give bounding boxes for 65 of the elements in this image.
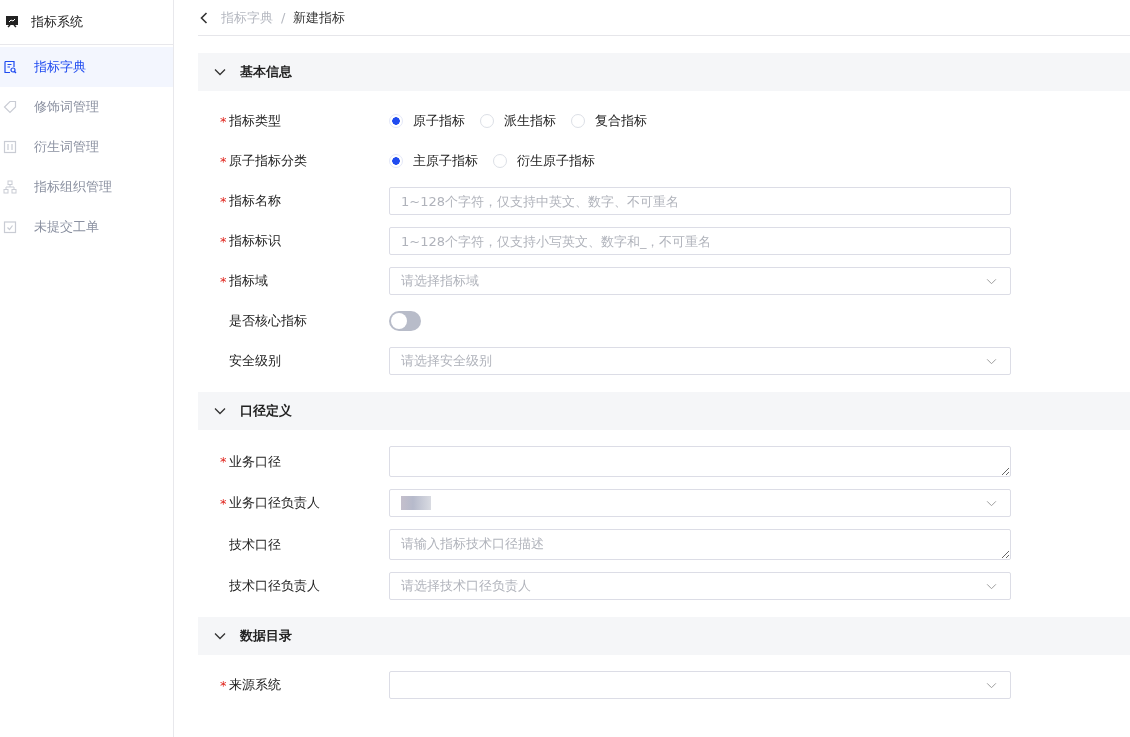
required-asterisk: * [220,495,228,511]
chevron-icon [214,632,226,640]
required-asterisk: * [220,454,228,469]
radio-label[interactable]: 主原子指标 [413,152,478,170]
field-label: 技术口径 [229,535,281,554]
back-chevron-icon[interactable] [200,11,208,24]
required-asterisk: * [220,273,228,289]
radio-label[interactable]: 派生指标 [504,112,556,130]
field-label: 来源系统 [229,676,281,694]
sidebar-item[interactable]: 衍生词管理 [0,127,173,167]
radio-button[interactable] [389,114,403,128]
required-asterisk: * [220,193,228,209]
hierarchy-icon [3,180,17,194]
input-field[interactable]: 1~128个字符，仅支持中英文、数字、不可重名 [389,187,1011,215]
calendar-check-icon [3,220,17,234]
field-label: 指标标识 [229,232,281,250]
field-label: 是否核心指标 [229,312,307,330]
text-area[interactable]: 请输入指标技术口径描述 [389,529,1011,560]
section-header[interactable]: 口径定义 [198,392,1130,430]
dropdown-chevron-icon [986,500,997,507]
field-label: 业务口径负责人 [229,494,320,512]
document-icon [3,60,17,74]
sidebar-item[interactable]: 指标组织管理 [0,167,173,207]
radio-button[interactable] [389,154,403,168]
radio-label[interactable]: 复合指标 [595,112,647,130]
sidebar-label: 指标字典 [34,58,86,76]
select-field[interactable] [389,489,1011,517]
dropdown-chevron-icon [986,583,997,590]
sliders-icon [3,140,17,154]
tag-icon [3,100,17,114]
sidebar-item[interactable]: 未提交工单 [0,207,173,247]
section-header[interactable]: 数据目录 [198,617,1130,655]
section-header[interactable]: 基本信息 [198,53,1130,91]
field-label: 安全级别 [229,352,281,370]
field-label: 指标域 [229,272,268,290]
chevron-icon [214,68,226,76]
chevron-icon [214,407,226,415]
sidebar-label: 修饰词管理 [34,98,99,116]
board-icon [5,15,19,29]
required-asterisk: * [220,153,228,169]
breadcrumb-current: 新建指标 [293,8,346,27]
radio-label[interactable]: 原子指标 [413,112,465,130]
input-field[interactable]: 1~128个字符，仅支持小写英文、数字和_，不可重名 [389,227,1011,255]
field-label: 指标名称 [229,192,281,210]
breadcrumb-separator: / [281,10,286,25]
field-label: 技术口径负责人 [229,577,320,595]
field-label: 指标类型 [229,112,281,130]
required-asterisk: * [220,233,228,249]
field-label: 业务口径 [229,452,281,471]
dropdown-chevron-icon [986,682,997,689]
sidebar-item[interactable]: 修饰词管理 [0,87,173,127]
toggle-switch[interactable] [389,311,421,331]
required-asterisk: * [220,113,228,129]
field-label: 原子指标分类 [229,152,307,170]
sidebar-label: 衍生词管理 [34,138,99,156]
radio-label[interactable]: 衍生原子指标 [517,152,595,170]
sidebar-item[interactable]: 指标字典 [0,47,173,87]
text-area[interactable] [389,446,1011,477]
dropdown-chevron-icon [986,358,997,365]
app-title: 指标系统 [31,13,83,31]
sidebar-label: 指标组织管理 [34,178,112,196]
select-field[interactable] [389,671,1011,699]
required-asterisk: * [220,677,228,693]
sidebar-label: 未提交工单 [34,218,99,236]
dropdown-chevron-icon [986,278,997,285]
